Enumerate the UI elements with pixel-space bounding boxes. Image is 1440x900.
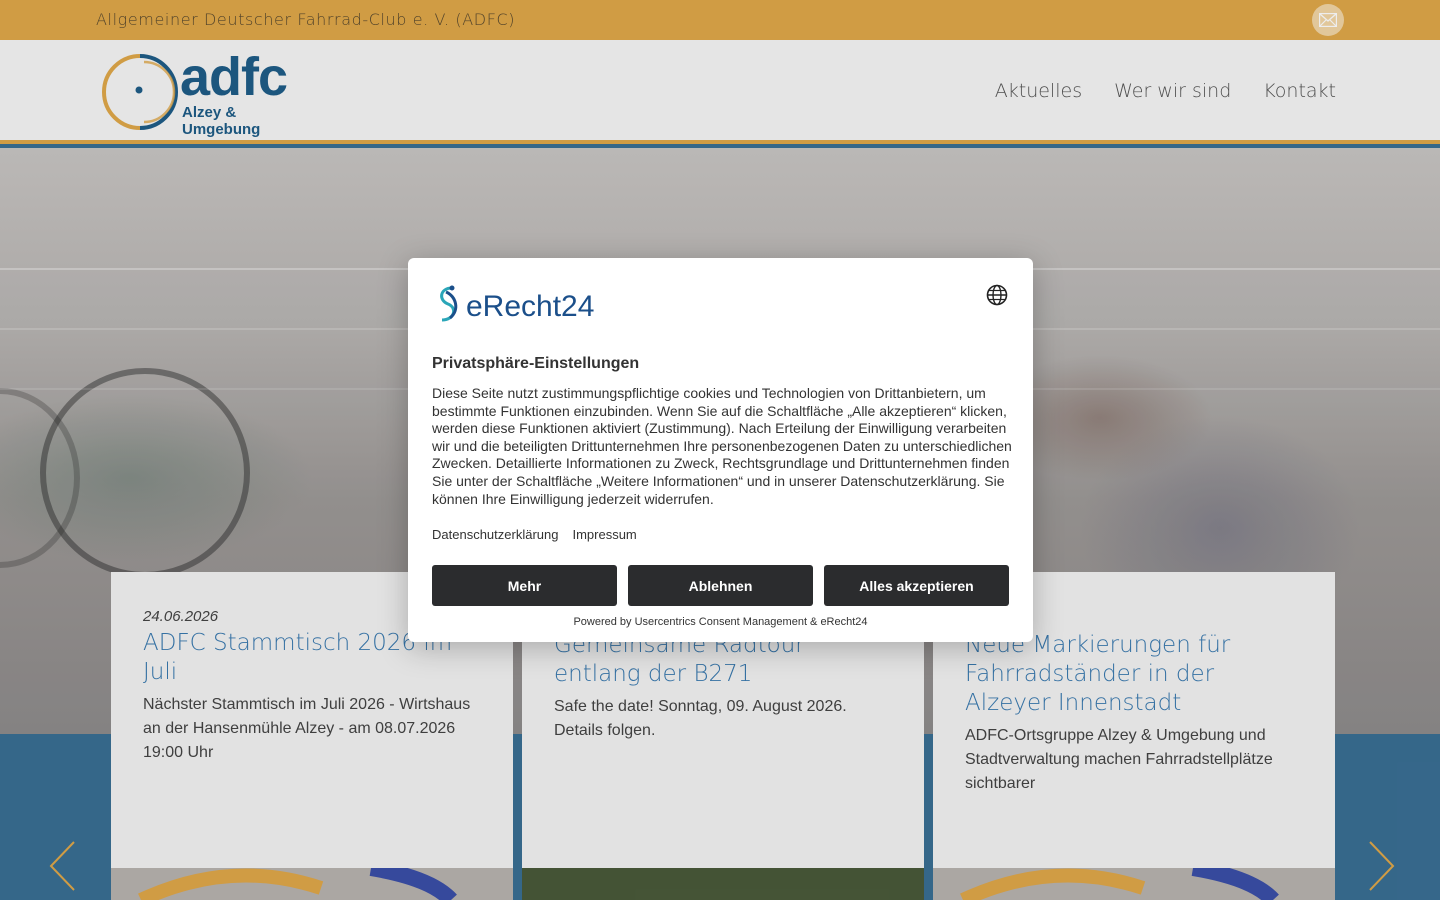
consent-links: Datenschutzerklärung Impressum <box>432 527 637 542</box>
more-button[interactable]: Mehr <box>432 565 617 606</box>
language-globe-icon[interactable] <box>986 284 1008 306</box>
decline-button[interactable]: Ablehnen <box>628 565 813 606</box>
erecht24-emblem-icon <box>440 285 458 322</box>
accept-all-button[interactable]: Alles akzeptieren <box>824 565 1009 606</box>
imprint-link[interactable]: Impressum <box>572 527 636 542</box>
powered-by: Powered by Usercentrics Consent Manageme… <box>573 616 868 628</box>
privacy-policy-link[interactable]: Datenschutzerklärung <box>432 527 558 542</box>
erecht24-brand: eRecht24 <box>466 290 595 323</box>
consent-title: Privatsphäre-Einstellungen <box>432 355 640 372</box>
consent-dialog: eRecht24 Privatsphäre-Einstellungen Dies… <box>408 258 1033 642</box>
consent-body: Diese Seite nutzt zustimmungspflichtige … <box>432 385 1012 507</box>
erecht24-logo: eRecht24 <box>432 284 602 324</box>
